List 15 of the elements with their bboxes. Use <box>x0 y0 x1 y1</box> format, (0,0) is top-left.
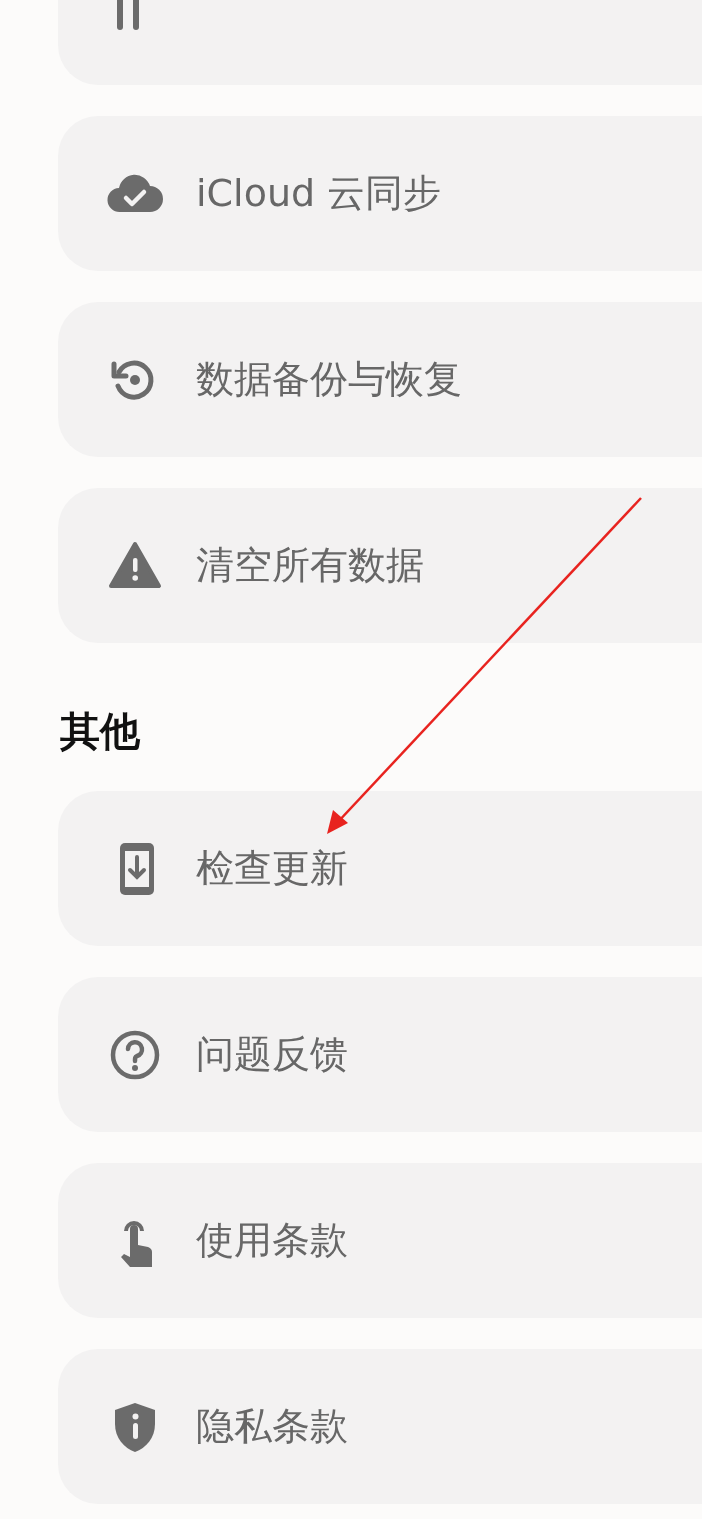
item-label: 隐私条款 <box>196 1403 348 1450</box>
item-label: 数据备份与恢复 <box>196 356 462 403</box>
section-heading: 其他 <box>60 707 140 756</box>
settings-item[interactable]: 检查更新 <box>58 791 702 946</box>
settings-item[interactable]: 隐私条款 <box>58 1349 702 1504</box>
settings-item[interactable]: 使用条款 <box>58 1163 702 1318</box>
item-label: 清空所有数据 <box>196 542 424 589</box>
item-label: iCloud 云同步 <box>196 170 442 217</box>
settings-item[interactable]: 清空所有数据 <box>58 488 702 643</box>
settings-item[interactable]: 数据备份与恢复 <box>58 302 702 457</box>
item-label: 检查更新 <box>196 845 348 892</box>
item-label: 问题反馈 <box>196 1031 348 1078</box>
settings-item[interactable]: iCloud 云同步 <box>58 116 702 271</box>
item-label: 使用条款 <box>196 1217 348 1264</box>
settings-item[interactable]: 问题反馈 <box>58 977 702 1132</box>
